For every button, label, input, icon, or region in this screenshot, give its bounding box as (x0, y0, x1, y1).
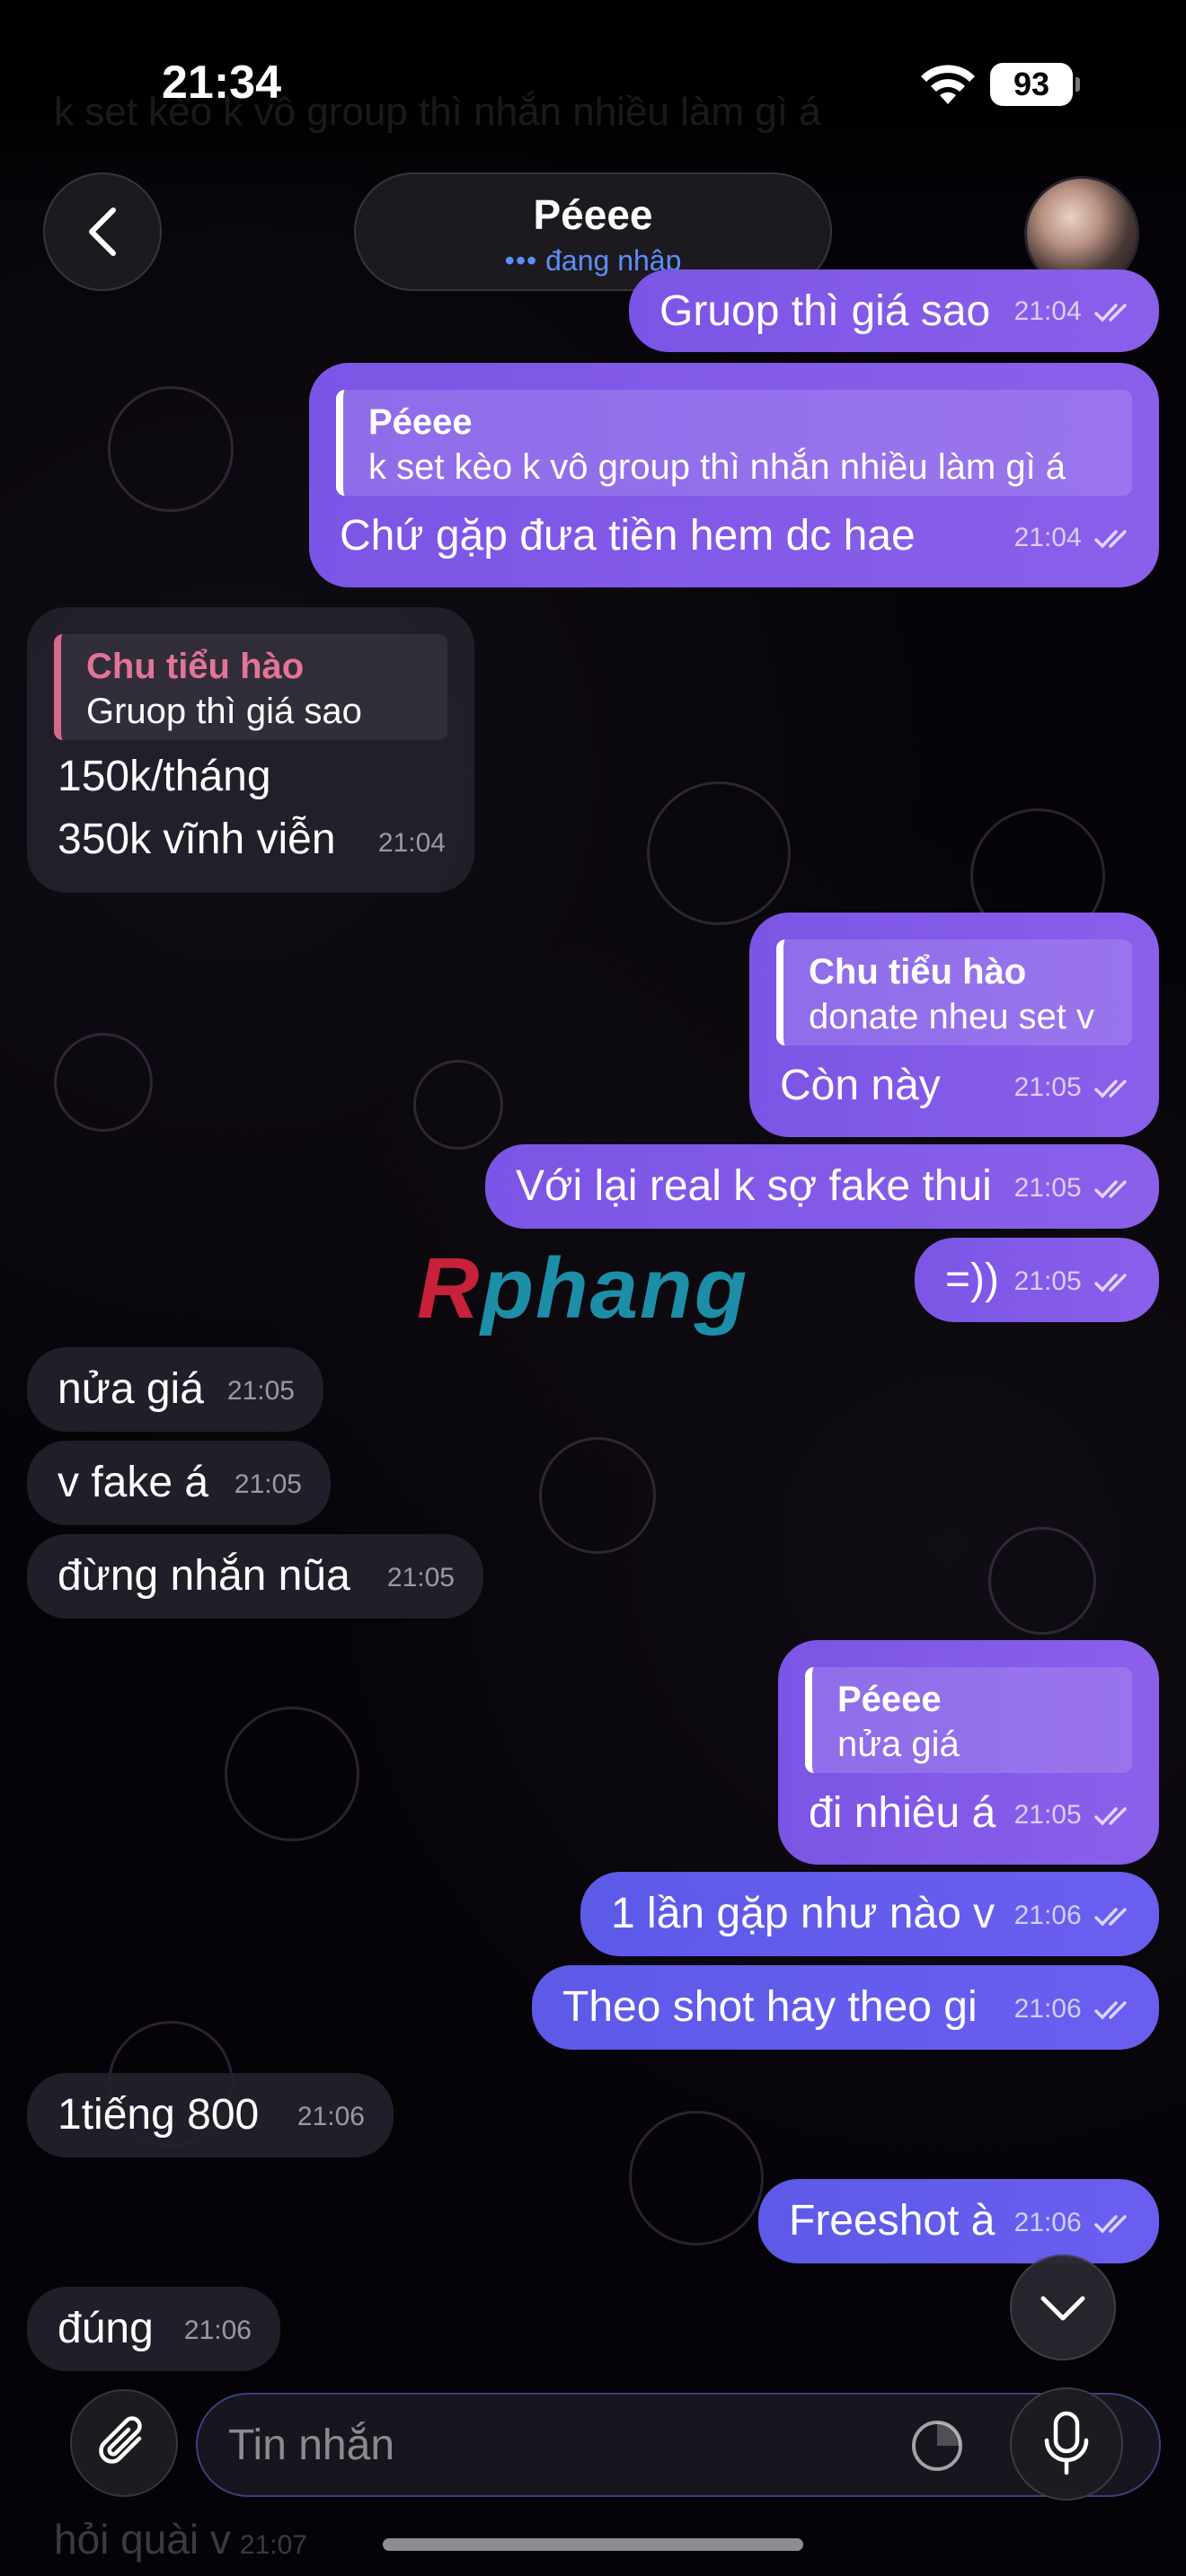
battery-icon: 93 (990, 63, 1080, 106)
contact-name: Péeee (533, 191, 653, 238)
attach-button[interactable] (70, 2389, 178, 2497)
message-bubble-outgoing[interactable]: Freeshot à 21:06 (758, 2179, 1159, 2263)
reply-quote[interactable]: Péeee nửa giá (805, 1667, 1132, 1773)
message-time: 21:04 (1013, 296, 1082, 326)
watermark-logo: Rphang (417, 1240, 749, 1337)
message-bubble-incoming[interactable]: 1tiếng 800 21:06 (27, 2073, 394, 2157)
message-time: 21:05 (234, 1469, 302, 1499)
message-text: Gruop thì giá sao (659, 287, 991, 335)
reply-author: Péeee (837, 1680, 942, 1719)
wifi-icon (921, 65, 975, 104)
reply-text: donate nheu set v (809, 997, 1095, 1037)
message-bubble-outgoing[interactable]: Với lại real k sợ fake thui 21:05 (485, 1144, 1159, 1229)
reply-text: k set kèo k vô group thì nhắn nhiều làm … (368, 447, 1067, 487)
voice-record-button[interactable] (1010, 2387, 1123, 2501)
double-check-icon (1094, 1908, 1127, 1927)
chevron-down-icon (1040, 2296, 1085, 2321)
reply-quote[interactable]: Chu tiểu hào Gruop thì giá sao (54, 634, 447, 740)
message-bubble-incoming[interactable]: v fake á 21:05 (27, 1441, 331, 1525)
message-bubble-incoming[interactable]: đừng nhắn nũa 21:05 (27, 1534, 483, 1619)
message-time: 21:05 (226, 1376, 295, 1406)
message-text: =)) (945, 1256, 999, 1303)
message-bubble-incoming[interactable]: đúng 21:06 (27, 2287, 280, 2371)
message-time: 21:06 (183, 2316, 252, 2345)
message-time: 21:06 (1013, 1901, 1082, 1930)
double-check-icon (1094, 1274, 1127, 1292)
chevron-left-icon (89, 207, 116, 256)
message-text: đúng (58, 2305, 154, 2352)
scrolled-message-peek: hỏi quài v 21:07 (54, 2516, 307, 2563)
message-time: 21:04 (377, 828, 446, 858)
message-meta: 21:06 (1014, 1978, 1136, 2041)
reply-quote[interactable]: Péeee k set kèo k vô group thì nhắn nhiề… (336, 390, 1132, 496)
reply-quote[interactable]: Chu tiểu hào donate nheu set v (776, 940, 1132, 1045)
back-button[interactable] (43, 172, 162, 291)
double-check-icon (1094, 304, 1127, 322)
message-time: 21:05 (1013, 1173, 1082, 1203)
reply-text: nửa giá (837, 1725, 960, 1764)
double-check-icon (1094, 1180, 1127, 1199)
message-text: Chứ gặp đưa tiền hem dc hae (340, 512, 916, 560)
message-text: đi nhiêu á (809, 1789, 996, 1837)
status-time: 21:34 (162, 57, 281, 109)
message-text: 150k/tháng 350k vĩnh viễn (58, 745, 336, 871)
message-meta: 21:04 (1014, 507, 1136, 569)
message-meta: 21:04 (1014, 280, 1136, 343)
message-bubble-outgoing[interactable]: Chu tiểu hào donate nheu set v Còn này 2… (749, 913, 1159, 1137)
message-time: 21:05 (386, 1563, 455, 1592)
message-bubble-incoming[interactable]: Chu tiểu hào Gruop thì giá sao 150k/thán… (27, 607, 474, 893)
message-text: Với lại real k sợ fake thui (516, 1162, 992, 1210)
message-time: 21:05 (1013, 1072, 1082, 1102)
message-meta: 21:05 (1014, 1157, 1136, 1220)
message-time: 21:06 (1013, 2208, 1082, 2237)
message-input[interactable] (228, 2395, 893, 2495)
double-check-icon (1094, 2215, 1127, 2234)
message-line-2: 350k vĩnh viễn (58, 816, 336, 863)
double-check-icon (1094, 1080, 1127, 1098)
message-text: đừng nhắn nũa (58, 1552, 350, 1600)
microphone-icon (1044, 2411, 1089, 2475)
paperclip-icon (99, 2416, 142, 2464)
double-check-icon (1094, 2001, 1127, 2020)
message-meta: 21:05 (1014, 1250, 1136, 1313)
message-bubble-outgoing[interactable]: Péeee nửa giá đi nhiêu á 21:05 (778, 1640, 1159, 1865)
message-text: Còn này (780, 1062, 941, 1109)
message-meta: 21:06 (1014, 1884, 1136, 1947)
reply-author: Péeee (368, 402, 473, 442)
message-time: 21:04 (1013, 523, 1082, 552)
reply-author: Chu tiểu hào (86, 647, 305, 686)
message-time: 21:06 (296, 2102, 365, 2131)
message-bubble-outgoing[interactable]: 1 lần gặp như nào v 21:06 (580, 1872, 1159, 1956)
message-meta: 21:06 (1014, 2192, 1136, 2254)
message-text: Theo shot hay theo gi (562, 1983, 978, 2031)
message-bubble-incoming[interactable]: nửa giá 21:05 (27, 1347, 323, 1432)
message-text: Freeshot à (789, 2197, 996, 2245)
message-meta: 21:05 (1014, 1056, 1136, 1119)
scroll-to-bottom-button[interactable] (1010, 2254, 1116, 2360)
message-text: v fake á (58, 1459, 209, 1506)
message-time: 21:05 (1013, 1800, 1082, 1830)
message-bubble-outgoing[interactable]: Péeee k set kèo k vô group thì nhắn nhiề… (309, 363, 1159, 587)
message-bubble-outgoing[interactable]: =)) 21:05 (915, 1238, 1159, 1322)
message-line-1: 150k/tháng (58, 753, 271, 800)
typing-dots-icon: ••• (504, 244, 538, 277)
home-indicator (383, 2538, 803, 2551)
message-time: 21:06 (1013, 1994, 1082, 2024)
sticker-icon[interactable] (909, 2418, 965, 2474)
message-bubble-outgoing[interactable]: Gruop thì giá sao 21:04 (629, 269, 1159, 352)
message-meta: 21:05 (1014, 1784, 1136, 1847)
status-bar: 21:34 93 (0, 0, 1186, 171)
double-check-icon (1094, 1807, 1127, 1826)
message-text: 1tiếng 800 (58, 2091, 260, 2139)
double-check-icon (1094, 530, 1127, 549)
reply-text: Gruop thì giá sao (86, 692, 362, 731)
message-bubble-outgoing[interactable]: Theo shot hay theo gi 21:06 (532, 1965, 1159, 2050)
message-text: 1 lần gặp như nào v (611, 1890, 996, 1937)
message-time: 21:05 (1013, 1266, 1082, 1296)
reply-author: Chu tiểu hào (809, 952, 1027, 992)
message-text: nửa giá (58, 1365, 204, 1413)
